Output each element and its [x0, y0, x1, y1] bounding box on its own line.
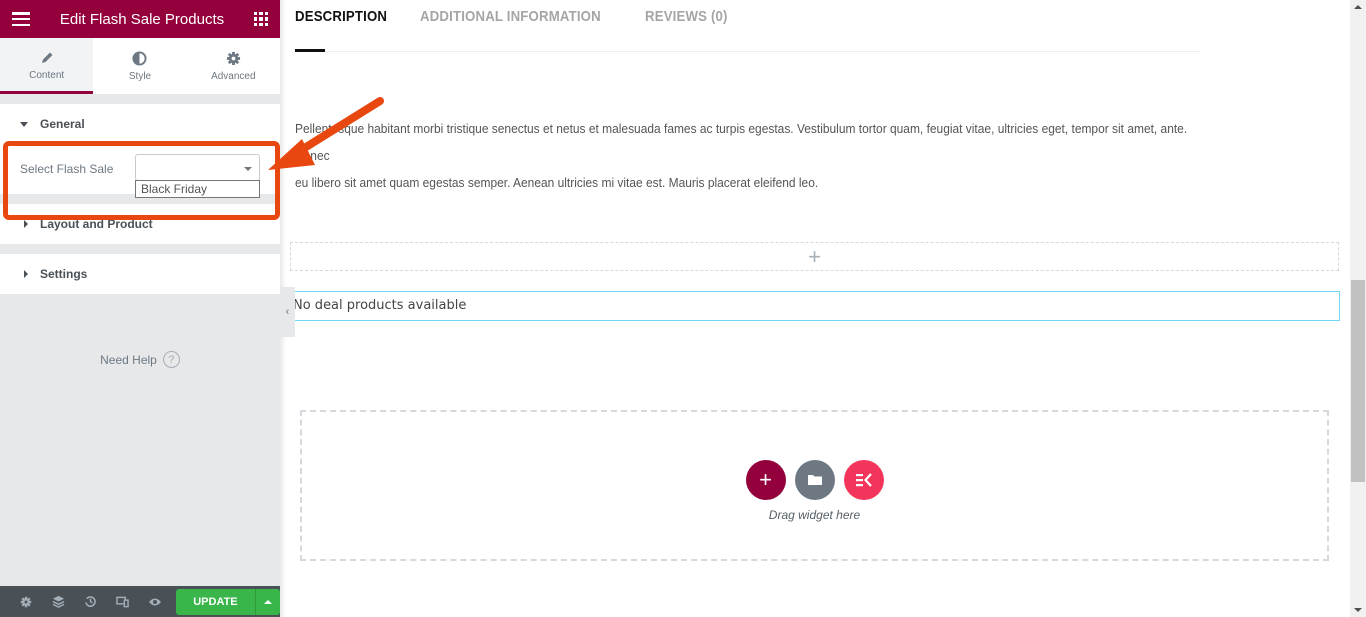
contrast-icon [132, 50, 148, 66]
elementskit-icon [855, 472, 872, 487]
tab-additional-information[interactable]: ADDITIONAL INFORMATION [420, 0, 601, 51]
scroll-up-arrow-icon[interactable] [1354, 5, 1362, 9]
caret-down-icon [20, 121, 28, 127]
section-label: Layout and Product [40, 217, 153, 231]
plus-icon: + [808, 243, 821, 269]
menu-icon[interactable] [12, 12, 30, 26]
chevron-left-icon: ‹ [285, 306, 290, 318]
section-layout: Layout and Product [0, 204, 280, 244]
select-flash-sale-label: Select Flash Sale [20, 162, 114, 176]
section-general-header[interactable]: General [0, 104, 280, 144]
caret-right-icon [24, 270, 28, 278]
product-tabs: DESCRIPTION ADDITIONAL INFORMATION REVIE… [295, 0, 1200, 52]
no-deal-message: No deal products available [293, 298, 467, 313]
need-help-label: Need Help [100, 352, 157, 367]
caret-up-icon [263, 599, 272, 604]
preview-canvas: DESCRIPTION ADDITIONAL INFORMATION REVIE… [280, 0, 1350, 617]
tab-content[interactable]: Content [0, 38, 94, 94]
section-label: General [40, 117, 85, 131]
tab-label: Content [29, 70, 65, 81]
scroll-down-arrow-icon[interactable] [1354, 608, 1362, 612]
vertical-scrollbar[interactable] [1350, 0, 1366, 617]
description-line: Pellentesque habitant morbi tristique se… [295, 121, 1188, 163]
section-layout-header[interactable]: Layout and Product [0, 204, 280, 244]
select-flash-sale-control: Select Flash Sale Black Friday [0, 144, 280, 198]
folder-icon [807, 475, 822, 485]
add-template-button[interactable] [794, 459, 835, 500]
tab-style[interactable]: Style [93, 38, 186, 94]
pencil-icon [41, 52, 53, 63]
panel-footer: UPDATE [0, 586, 280, 617]
tab-label: Advanced [211, 70, 256, 82]
chevron-down-icon [244, 167, 252, 171]
plus-icon: + [759, 466, 772, 492]
tab-advanced[interactable]: Advanced [187, 38, 280, 94]
update-button[interactable]: UPDATE [176, 588, 255, 615]
responsive-icon [116, 596, 130, 607]
section-settings: Settings [0, 254, 280, 294]
editor-panel: Edit Flash Sale Products Content Style A… [0, 0, 280, 617]
history-button[interactable] [75, 595, 107, 608]
section-settings-header[interactable]: Settings [0, 254, 280, 294]
preview-button[interactable] [139, 597, 171, 607]
scrollbar-thumb[interactable] [1351, 280, 1365, 482]
widget-drop-zone[interactable]: + Drag widget here [300, 410, 1329, 561]
panel-title: Edit Flash Sale Products [59, 10, 225, 28]
caret-right-icon [24, 220, 28, 228]
add-section-button[interactable]: + [745, 459, 786, 500]
tab-label: Style [128, 70, 152, 82]
layers-icon [52, 595, 65, 608]
section-label: Settings [40, 267, 88, 281]
tab-description[interactable]: DESCRIPTION [295, 0, 387, 51]
drag-widget-hint: Drag widget here [768, 507, 861, 522]
responsive-button[interactable] [107, 596, 139, 608]
elementskit-button[interactable] [843, 459, 884, 500]
settings-button[interactable] [10, 596, 42, 608]
flash-sale-widget[interactable]: No deal products available [290, 291, 1340, 321]
navigator-button[interactable] [42, 595, 74, 608]
history-icon [85, 596, 96, 607]
select-flash-sale-dropdown[interactable] [135, 154, 260, 181]
gear-icon [20, 596, 32, 607]
add-section-zone[interactable]: + [290, 242, 1339, 271]
active-tab-indicator [295, 49, 325, 52]
widgets-grid-icon[interactable] [254, 12, 268, 26]
panel-tabs: Content Style Advanced [0, 38, 280, 94]
need-help-link[interactable]: Need Help ? [0, 351, 280, 368]
question-icon: ? [162, 351, 180, 368]
description-line: eu libero sit amet quam egestas semper. … [295, 175, 819, 190]
dropdown-option[interactable]: Black Friday [135, 180, 260, 198]
tab-reviews[interactable]: REVIEWS (0) [645, 0, 728, 51]
section-general: General Select Flash Sale Black Friday [0, 104, 280, 198]
update-options-button[interactable] [254, 588, 280, 615]
product-description: Pellentesque habitant morbi tristique se… [295, 115, 1206, 196]
collapse-panel-button[interactable]: ‹ [280, 287, 295, 337]
gear-icon [226, 51, 240, 65]
eye-icon [149, 598, 162, 605]
panel-header: Edit Flash Sale Products [0, 0, 280, 38]
